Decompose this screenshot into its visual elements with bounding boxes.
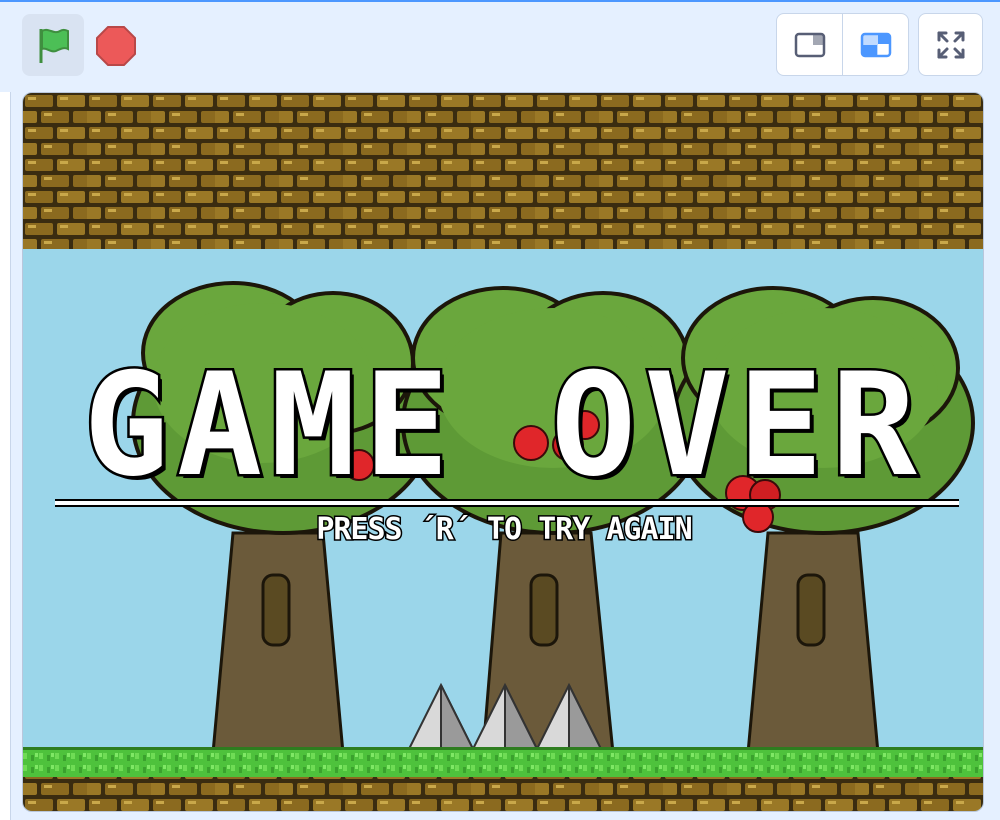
large-stage-button[interactable] bbox=[842, 14, 908, 75]
left-panel-edge bbox=[0, 92, 11, 820]
stop-button[interactable] bbox=[92, 22, 140, 70]
large-stage-icon bbox=[860, 32, 891, 57]
small-stage-icon bbox=[794, 32, 825, 57]
game-over-title: GAME OVER bbox=[81, 343, 925, 508]
green-flag-button[interactable] bbox=[22, 14, 84, 76]
spikes bbox=[407, 682, 603, 750]
small-stage-button[interactable] bbox=[777, 14, 842, 75]
fullscreen-button[interactable] bbox=[918, 13, 983, 76]
brick-ceiling bbox=[23, 93, 983, 249]
stop-sign-icon bbox=[96, 26, 136, 66]
game-stage[interactable]: GAME OVER PRESS ´R´ TO TRY AGAIN bbox=[22, 92, 984, 812]
brick-floor bbox=[23, 777, 983, 811]
grass-ground bbox=[23, 747, 983, 777]
title-divider bbox=[55, 499, 959, 507]
top-accent-line bbox=[0, 0, 1000, 2]
stage-size-toggle bbox=[776, 13, 909, 76]
green-flag-icon bbox=[39, 28, 69, 63]
fullscreen-icon bbox=[937, 31, 964, 58]
try-again-prompt: PRESS ´R´ TO TRY AGAIN bbox=[315, 512, 694, 547]
scratch-stage-window: GAME OVER PRESS ´R´ TO TRY AGAIN bbox=[0, 0, 1000, 820]
